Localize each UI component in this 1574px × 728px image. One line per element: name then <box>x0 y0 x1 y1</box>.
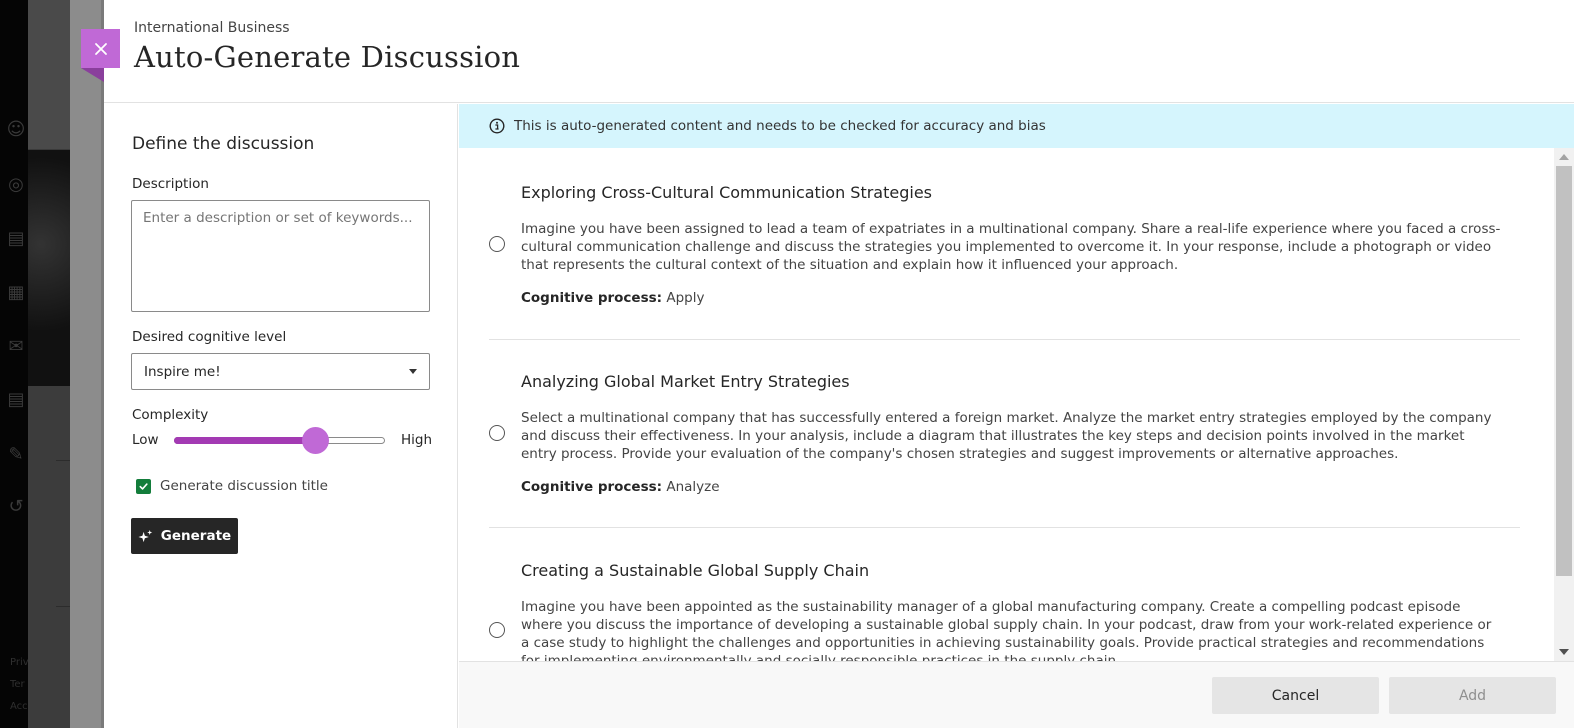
chevron-down-icon <box>409 369 417 374</box>
scrollbar-thumb[interactable] <box>1556 166 1572 576</box>
calendar-icon: ▦ <box>7 282 25 303</box>
breadcrumb: International Business <box>134 20 290 36</box>
panel-header: International Business Auto-Generate Dis… <box>104 0 1574 103</box>
background-course-header <box>28 0 70 150</box>
generate-button[interactable]: Generate <box>131 518 238 554</box>
complexity-slider-row: Low High <box>132 427 432 454</box>
close-button[interactable] <box>81 29 120 68</box>
scroll-up-arrow-icon[interactable] <box>1559 154 1569 160</box>
option-body: Select a multinational company that has … <box>521 410 1492 462</box>
cognitive-process-value: Apply <box>666 290 705 306</box>
cognitive-level-select[interactable]: Inspire me! <box>131 353 430 390</box>
messages-icon: ✉ <box>8 336 24 357</box>
option-radio[interactable] <box>489 236 505 252</box>
background-page <box>28 0 70 728</box>
background-divider <box>56 606 70 607</box>
generated-results-column: This is auto-generated content and needs… <box>459 104 1574 728</box>
auto-generate-panel: International Business Auto-Generate Dis… <box>104 0 1574 728</box>
cancel-button[interactable]: Cancel <box>1212 677 1379 714</box>
complexity-low-label: Low <box>132 432 159 448</box>
complexity-label: Complexity <box>132 407 209 423</box>
complexity-slider-fill <box>174 437 315 444</box>
option-body: Imagine you have been appointed as the s… <box>521 599 1492 661</box>
option-radio[interactable] <box>489 622 505 638</box>
option-cognitive-process: Cognitive process: Apply <box>521 290 704 306</box>
background-footer-link: Ter <box>10 679 25 690</box>
grades-icon: ▤ <box>7 389 25 410</box>
checkmark-icon <box>139 482 148 490</box>
background-overlay-strip <box>70 0 104 728</box>
option-body: Imagine you have been assigned to lead a… <box>521 221 1501 273</box>
option-cognitive-process: Cognitive process: Analyze <box>521 479 720 495</box>
add-button[interactable]: Add <box>1389 677 1556 714</box>
panel-footer: Cancel Add <box>459 661 1574 728</box>
description-label: Description <box>132 176 209 192</box>
option-title: Analyzing Global Market Entry Strategies <box>521 372 850 391</box>
define-discussion-column: Define the discussion Description Desire… <box>104 104 458 728</box>
edit-icon: ✎ <box>8 444 24 465</box>
cognitive-level-label: Desired cognitive level <box>132 329 287 345</box>
results-scrollbar[interactable] <box>1554 148 1574 661</box>
close-icon <box>94 42 107 55</box>
generate-title-checkbox-row[interactable]: Generate discussion title <box>136 478 328 494</box>
generate-button-label: Generate <box>160 528 232 544</box>
option-radio[interactable] <box>489 425 505 441</box>
globe-icon: ◎ <box>8 174 24 195</box>
background-footer-link: Priv <box>10 657 29 668</box>
cognitive-process-label: Cognitive process: <box>521 479 663 495</box>
complexity-slider-thumb[interactable] <box>302 427 330 454</box>
info-icon <box>489 118 505 134</box>
notice-text: This is auto-generated content and needs… <box>514 118 1046 134</box>
courses-icon: ▤ <box>7 228 25 249</box>
option-divider <box>489 527 1520 528</box>
generate-title-checkbox[interactable] <box>136 478 151 494</box>
background-footer-link: Acc <box>10 701 28 712</box>
option-divider <box>489 339 1520 340</box>
cognitive-level-value: Inspire me! <box>144 363 221 380</box>
sparkle-icon <box>138 529 153 542</box>
option-title: Creating a Sustainable Global Supply Cha… <box>521 561 870 580</box>
complexity-high-label: High <box>400 432 432 448</box>
sign-out-icon: ↺ <box>8 496 24 517</box>
description-input[interactable] <box>131 200 430 312</box>
user-icon: ☺ <box>6 119 26 140</box>
cognitive-process-value: Analyze <box>666 479 720 495</box>
cognitive-process-label: Cognitive process: <box>521 290 663 306</box>
generate-title-label: Generate discussion title <box>160 478 328 494</box>
auto-generated-notice: This is auto-generated content and needs… <box>459 104 1574 148</box>
page-title: Auto-Generate Discussion <box>134 40 521 74</box>
background-course-banner <box>28 150 70 386</box>
background-divider <box>56 460 70 461</box>
scroll-down-arrow-icon[interactable] <box>1559 649 1569 655</box>
background-nav: ☺ ◎ ▤ ▦ ✉ ▤ ✎ ↺ Priv Ter Acc <box>0 0 29 728</box>
option-title: Exploring Cross-Cultural Communication S… <box>521 183 932 202</box>
complexity-slider[interactable] <box>174 427 385 454</box>
section-title: Define the discussion <box>132 134 315 154</box>
results-list: Exploring Cross-Cultural Communication S… <box>459 148 1554 661</box>
close-tab-fold <box>81 68 104 82</box>
